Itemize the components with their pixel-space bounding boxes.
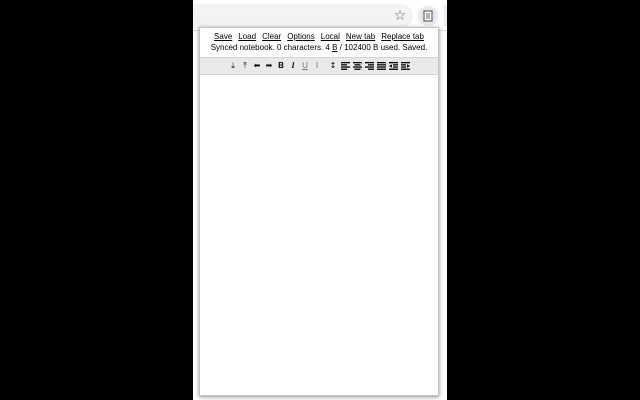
address-bar[interactable] [193,4,413,28]
status-suffix: used. Saved. [378,43,428,52]
align-right-icon[interactable] [364,60,375,72]
status-text: Synced notebook. 0 characters. 4 B / 102… [200,42,438,54]
local-link[interactable]: Local [321,32,340,41]
notebook-popup: Save Load Clear Options Local New tab Replace … [199,27,439,396]
new-tab-link[interactable]: New tab [346,32,375,41]
editor-toolbar: ⤓ ⤒ ⬅ ➡ B I U ⁝ ↕ [200,57,438,75]
load-link[interactable]: Load [238,32,256,41]
screen: ☆ Save Load Clear Options Local New tab Replac… [0,0,640,400]
underline-button[interactable]: U [300,60,311,72]
outdent-icon[interactable] [388,60,399,72]
replace-tab-link[interactable]: Replace tab [381,32,424,41]
status-prefix: Synced notebook. 0 characters. 4 [210,43,333,52]
options-link[interactable]: Options [287,32,315,41]
undo-arrow-icon[interactable]: ⬅ [252,60,263,72]
note-editor[interactable] [200,75,438,395]
extension-icon-partial [444,6,447,26]
align-left-icon[interactable] [340,60,351,72]
line-height-icon[interactable]: ↕ [328,60,339,72]
redo-arrow-icon[interactable]: ➡ [264,60,275,72]
save-link[interactable]: Save [214,32,232,41]
indent-icon[interactable] [400,60,411,72]
download-icon[interactable]: ⤓ [228,60,239,72]
upload-icon[interactable]: ⤒ [240,60,251,72]
toolbar-separator [323,60,327,72]
status-middle: / 102400 [337,43,374,52]
italic-button[interactable]: I [288,60,299,72]
clear-link[interactable]: Clear [262,32,281,41]
subscript-icon[interactable]: ⁝ [312,60,323,72]
align-center-icon[interactable] [352,60,363,72]
align-justify-icon[interactable] [376,60,387,72]
bookmark-star-icon[interactable]: ☆ [391,7,409,25]
bold-button[interactable]: B [276,60,287,72]
notebook-extension-icon[interactable] [418,6,438,26]
